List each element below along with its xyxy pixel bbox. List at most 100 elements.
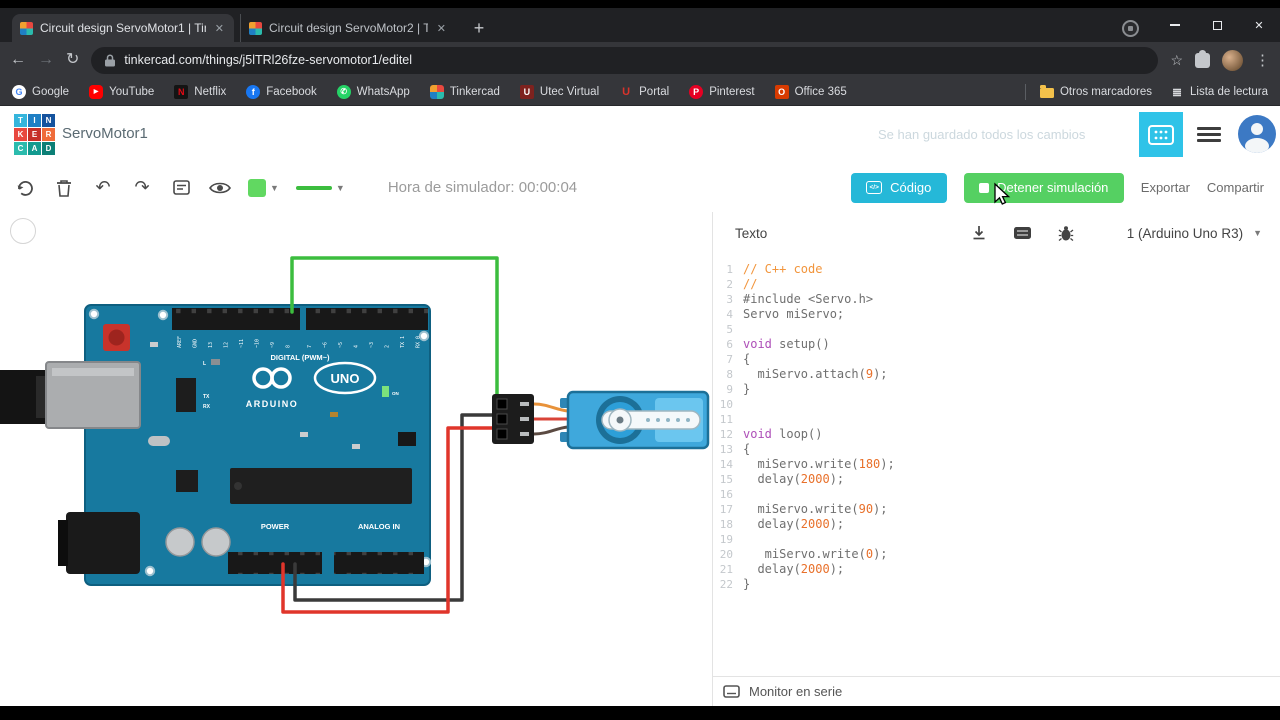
code-button[interactable]: </> Código [850,172,947,203]
redo-icon[interactable]: ↷ [131,177,153,199]
serial-monitor-label: Monitor en serie [749,684,843,699]
servo-motor[interactable] [560,390,710,450]
code-line: 22} [713,577,1280,592]
atmega-chip[interactable] [230,468,412,504]
browser-menu-icon[interactable]: ⋮ [1255,53,1270,68]
new-tab-button[interactable]: + [466,16,492,42]
rotate-icon[interactable] [14,177,36,199]
bookmark-facebook[interactable]: f Facebook [246,84,317,99]
servo-horn[interactable] [601,408,701,432]
bookmark-tinkercad[interactable]: Tinkercad [429,84,500,99]
servo-connector[interactable] [492,394,534,444]
download-code-icon[interactable] [971,225,987,241]
bookmark-portal[interactable]: U Portal [619,85,669,99]
browser-tab-active[interactable]: Circuit design ServoMotor1 | Tink ✕ [12,14,234,42]
tinkercad-favicon [429,84,444,99]
editor-mode-select[interactable]: Texto [735,226,767,241]
bookmark-utec[interactable]: U Utec Virtual [519,84,599,99]
analog-header[interactable] [334,552,424,574]
pin-label: 13 [208,342,214,348]
debugger-bug-icon[interactable] [1058,225,1074,242]
url-bar[interactable]: tinkercad.com/things/j5lTRl26fze-servomo… [91,46,1159,74]
components-button[interactable] [1139,112,1183,157]
board-selector-label: 1 (Arduino Uno R3) [1126,225,1244,241]
bookmark-label: Netflix [194,85,227,98]
close-window-button[interactable]: ✕ [1238,8,1280,42]
browser-profile-avatar[interactable] [1222,49,1243,71]
line-number: 21 [719,563,733,576]
visibility-icon[interactable] [209,177,231,199]
color-swatch-dropdown[interactable]: ▼ [248,178,279,197]
share-button[interactable]: Compartir [1207,180,1264,195]
maximize-button[interactable] [1196,8,1238,42]
lock-icon [105,53,116,66]
pinterest-favicon: P [689,84,704,99]
browser-tab-inactive[interactable]: Circuit design ServoMotor2 | Tink ✕ [240,14,456,42]
minimize-button[interactable] [1154,8,1196,42]
tab-title: Circuit design ServoMotor1 | Tink [40,21,206,35]
keyboard-icon[interactable] [1014,227,1031,239]
pin-label: 7 [307,345,313,348]
icsp-header [398,432,416,446]
pin-label: 12 [224,342,230,348]
tab-close-icon[interactable]: ✕ [435,22,448,35]
tab-close-icon[interactable]: ✕ [213,22,226,35]
bookmark-folder[interactable]: Otros marcadores [1039,84,1152,98]
bookmark-whatsapp[interactable]: ✆ WhatsApp [336,84,410,99]
wire-style-preview [295,185,332,190]
power-header[interactable] [228,552,322,574]
forward-icon[interactable]: → [38,52,54,68]
line-number: 7 [726,353,733,366]
editor-toolbar: ↶ ↷ ▼ ▼ Hora de simulador: 00:00:04 </> … [0,163,1280,212]
media-controls-icon[interactable] [1122,20,1139,37]
logo-square: A [28,142,41,155]
logo-square: C [14,142,27,155]
brand-label: ARDUINO [246,399,299,409]
bookmark-star-icon[interactable]: ☆ [1170,53,1183,67]
netflix-favicon: N [174,84,189,99]
chevron-down-icon: ▼ [335,182,345,193]
user-avatar[interactable] [1238,115,1276,153]
code-line: 7{ [713,352,1280,367]
letterbox-bottom [0,706,1280,720]
arduino-uno-board[interactable]: AREF GND 13 12 ~11 ~10 ~9 8 7 ~6 ~5 4 ~3 2 TX 1 RX 0 D… [0,304,432,586]
stop-simulation-button[interactable]: Detener simulación [963,172,1124,203]
circuit-drawing: AREF GND 13 12 ~11 ~10 ~9 8 7 ~6 ~5 4 ~3 2 TX 1 RX 0 D… [0,256,710,614]
bookmark-netflix[interactable]: N Netflix [174,84,227,99]
bookmark-label: Google [32,85,70,98]
serial-monitor-bar[interactable]: Monitor en serie [713,676,1280,706]
wire-style-dropdown[interactable]: ▼ [295,182,345,193]
folder-favicon [1039,84,1054,98]
line-number: 8 [726,368,733,381]
bookmark-youtube[interactable]: ▶ YouTube [89,84,154,99]
bookmark-reading[interactable]: ≣ Lista de lectura [1170,85,1268,99]
delete-icon[interactable] [53,177,75,199]
model-label: UNO [331,371,360,386]
undo-icon[interactable]: ↶ [92,177,114,199]
reset-button[interactable] [103,324,130,351]
breadboard-icon [1148,124,1174,145]
tinkercad-favicon [249,21,262,35]
circuit-canvas[interactable]: AREF GND 13 12 ~11 ~10 ~9 8 7 ~6 ~5 4 ~3 2 TX 1 RX 0 D… [0,212,712,706]
reload-icon[interactable]: ↻ [66,52,79,68]
code-line: 12 void loop() [713,427,1280,442]
export-button[interactable]: Exportar [1141,180,1190,195]
board-selector[interactable]: 1 (Arduino Uno R3) ▼ [1127,212,1262,254]
code-line: 6 void setup() [713,337,1280,352]
back-icon[interactable]: ← [10,52,26,68]
code-line: 14 miServo.write(180); [713,457,1280,472]
line-number: 11 [719,413,733,426]
bookmark-google[interactable]: G Google [12,84,70,99]
bookmark-pinterest[interactable]: P Pinterest [689,84,755,99]
list-view-icon[interactable] [1197,127,1221,143]
code-line: 21 delay(2000); [713,562,1280,577]
bookmark-office[interactable]: O Office 365 [774,84,847,99]
tinkercad-logo[interactable]: TIN KER CAD [14,114,56,155]
digital-header-right[interactable] [306,308,428,330]
pin-label: RX 0 [416,336,422,348]
notes-icon[interactable] [170,177,192,199]
code-lines[interactable]: 1// C++ code 2//3 #include <Servo.h> 4 Servo… [713,262,1280,592]
bookmarks-bar: G Google ▶ YouTube N Netflix f Facebook ✆ WhatsAp… [0,78,1280,106]
extensions-icon[interactable] [1195,49,1210,68]
toolbar-right: </> Código Detener simulación Exportar C… [850,172,1264,203]
